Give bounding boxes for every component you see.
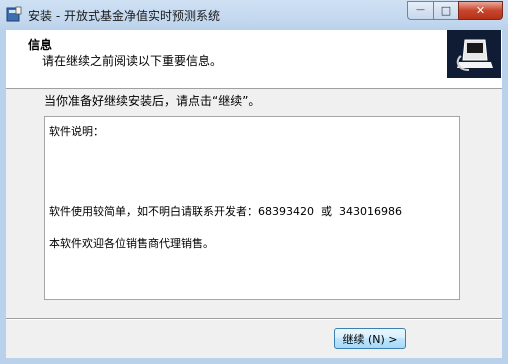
intro-text: 当你准备好继续安装后，请点击“继续”。 — [44, 94, 261, 108]
installer-logo-icon — [447, 30, 501, 78]
next-button-label: 继续 (N) > — [342, 332, 398, 346]
window-title: 安装 - 开放式基金净值实时预测系统 — [28, 9, 220, 23]
caption-buttons: — □ ✕ — [407, 1, 503, 20]
memo-line: 软件使用较简单，如不明白请联系开发者：68393420 或 343016986 — [49, 205, 402, 218]
wizard-client-area: 信息 请在继续之前阅读以下重要信息。 当你准备好继续安装后，请点击“继续”。 软… — [6, 30, 502, 358]
footer-divider — [6, 318, 502, 320]
minimize-button[interactable]: — — [407, 1, 433, 20]
maximize-icon: □ — [440, 4, 452, 17]
page-subtitle: 请在继续之前阅读以下重要信息。 — [42, 54, 223, 68]
setup-app-icon — [6, 6, 22, 22]
wizard-header: 信息 请在继续之前阅读以下重要信息。 — [6, 30, 502, 89]
next-button[interactable]: 继续 (N) > — [334, 328, 406, 349]
maximize-button[interactable]: □ — [433, 1, 458, 20]
installer-window: 安装 - 开放式基金净值实时预测系统 — □ ✕ 信息 请在继续之前阅读以下重要… — [0, 0, 508, 364]
minimize-icon: — — [416, 5, 425, 15]
memo-line: 软件说明： — [49, 125, 104, 138]
title-bar[interactable]: 安装 - 开放式基金净值实时预测系统 — □ ✕ — [0, 0, 508, 30]
info-memo[interactable]: 软件说明： 软件使用较简单，如不明白请联系开发者：68393420 或 3430… — [44, 116, 460, 300]
page-title: 信息 — [28, 38, 53, 52]
close-icon: ✕ — [475, 4, 486, 17]
memo-line: 本软件欢迎各位销售商代理销售。 — [49, 237, 214, 250]
close-button[interactable]: ✕ — [458, 1, 503, 20]
